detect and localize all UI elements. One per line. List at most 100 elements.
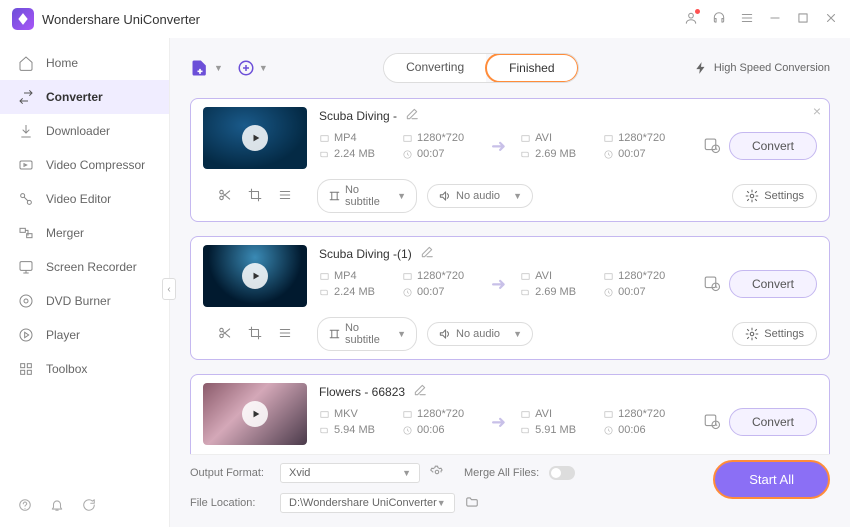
sidebar-item-editor[interactable]: Video Editor [0, 182, 169, 216]
app-title: Wondershare UniConverter [42, 12, 684, 27]
titlebar: Wondershare UniConverter [0, 0, 850, 38]
video-thumbnail[interactable] [203, 245, 307, 307]
user-icon[interactable] [684, 11, 698, 28]
dst-size: 2.69 MB [535, 286, 576, 298]
effects-icon[interactable] [278, 326, 292, 343]
sidebar-item-player[interactable]: Player [0, 318, 169, 352]
help-icon[interactable] [18, 498, 32, 515]
headset-icon[interactable] [712, 11, 726, 28]
audio-select[interactable]: No audio▼ [427, 322, 533, 346]
dst-size: 2.69 MB [535, 148, 576, 160]
minimize-icon[interactable] [768, 11, 782, 28]
dst-dur: 00:06 [618, 424, 646, 436]
convert-button[interactable]: Convert [729, 270, 817, 298]
src-format: MKV [334, 408, 358, 420]
sidebar-item-home[interactable]: Home [0, 46, 169, 80]
file-card: Flowers - 66823 MKV 5.94 MB 1280*720 00:… [190, 374, 830, 454]
dst-res: 1280*720 [618, 408, 665, 420]
output-format-label: Output Format: [190, 467, 270, 479]
src-size: 2.24 MB [334, 148, 375, 160]
crop-icon[interactable] [248, 326, 262, 343]
high-speed-toggle[interactable]: High Speed Conversion [694, 61, 830, 75]
src-res: 1280*720 [417, 408, 464, 420]
file-location-select[interactable]: D:\Wondershare UniConverter▼ [280, 493, 455, 513]
output-settings-icon[interactable] [703, 274, 721, 295]
sidebar-item-label: Video Compressor [46, 158, 145, 172]
merge-label: Merge All Files: [464, 467, 539, 479]
sidebar-item-label: Toolbox [46, 362, 87, 376]
video-thumbnail[interactable] [203, 383, 307, 445]
file-card: Scuba Diving -(1) MP4 2.24 MB 1280*720 0… [190, 236, 830, 360]
sidebar-item-downloader[interactable]: Downloader [0, 114, 169, 148]
dst-res: 1280*720 [618, 132, 665, 144]
subtitle-select[interactable]: No subtitle▼ [317, 179, 417, 213]
dst-format: AVI [535, 270, 552, 282]
menu-icon[interactable] [740, 11, 754, 28]
file-title: Flowers - 66823 [319, 385, 405, 399]
bell-icon[interactable] [50, 498, 64, 515]
content: ‹ ▼ ▼ Converting Finished High Speed Con… [170, 38, 850, 527]
dst-format: AVI [535, 408, 552, 420]
src-format: MP4 [334, 132, 357, 144]
settings-button[interactable]: Settings [732, 184, 817, 208]
sidebar-item-compressor[interactable]: Video Compressor [0, 148, 169, 182]
edit-title-icon[interactable] [413, 383, 427, 400]
collapse-sidebar-button[interactable]: ‹ [162, 278, 176, 300]
sidebar-item-converter[interactable]: Converter [0, 80, 169, 114]
sidebar-item-label: Downloader [46, 124, 110, 138]
src-size: 2.24 MB [334, 286, 375, 298]
edit-title-icon[interactable] [420, 245, 434, 262]
convert-button[interactable]: Convert [729, 408, 817, 436]
trim-icon[interactable] [218, 326, 232, 343]
sidebar-item-merger[interactable]: Merger [0, 216, 169, 250]
dst-dur: 00:07 [618, 286, 646, 298]
convert-button[interactable]: Convert [729, 132, 817, 160]
arrow-right-icon: ➜ [491, 412, 506, 433]
sidebar-item-label: Converter [46, 90, 103, 104]
sidebar-item-recorder[interactable]: Screen Recorder [0, 250, 169, 284]
arrow-right-icon: ➜ [491, 274, 506, 295]
sidebar-item-label: Merger [46, 226, 84, 240]
sidebar-item-label: Screen Recorder [46, 260, 137, 274]
tab-finished[interactable]: Finished [485, 53, 578, 83]
sidebar-item-label: Video Editor [46, 192, 111, 206]
feedback-icon[interactable] [82, 498, 96, 515]
format-settings-icon[interactable] [430, 465, 444, 482]
dst-dur: 00:07 [618, 148, 646, 160]
app-logo [12, 8, 34, 30]
play-icon [242, 125, 268, 151]
video-thumbnail[interactable] [203, 107, 307, 169]
output-format-select[interactable]: Xvid▼ [280, 463, 420, 483]
src-format: MP4 [334, 270, 357, 282]
edit-title-icon[interactable] [405, 107, 419, 124]
dst-size: 5.91 MB [535, 424, 576, 436]
sidebar-item-label: Player [46, 328, 80, 342]
sidebar-item-label: DVD Burner [46, 294, 111, 308]
file-list: × Scuba Diving - MP4 2.24 MB 1280*720 00… [190, 98, 830, 454]
merge-toggle[interactable] [549, 466, 575, 480]
crop-icon[interactable] [248, 188, 262, 205]
add-file-button[interactable]: ▼ [190, 58, 223, 78]
start-all-button[interactable]: Start All [713, 460, 830, 499]
close-icon[interactable] [824, 11, 838, 28]
settings-button[interactable]: Settings [732, 322, 817, 346]
file-location-label: File Location: [190, 497, 270, 509]
trim-icon[interactable] [218, 188, 232, 205]
effects-icon[interactable] [278, 188, 292, 205]
maximize-icon[interactable] [796, 11, 810, 28]
subtitle-select[interactable]: No subtitle▼ [317, 317, 417, 351]
sidebar-item-dvdburner[interactable]: DVD Burner [0, 284, 169, 318]
src-res: 1280*720 [417, 132, 464, 144]
audio-select[interactable]: No audio▼ [427, 184, 533, 208]
dst-res: 1280*720 [618, 270, 665, 282]
src-dur: 00:07 [417, 148, 445, 160]
browse-folder-icon[interactable] [465, 495, 479, 512]
add-folder-button[interactable]: ▼ [237, 59, 268, 77]
tab-converting[interactable]: Converting [384, 54, 486, 82]
output-settings-icon[interactable] [703, 412, 721, 433]
dst-format: AVI [535, 132, 552, 144]
output-settings-icon[interactable] [703, 136, 721, 157]
sidebar-item-toolbox[interactable]: Toolbox [0, 352, 169, 386]
file-title: Scuba Diving - [319, 109, 397, 123]
remove-file-icon[interactable]: × [813, 103, 821, 119]
